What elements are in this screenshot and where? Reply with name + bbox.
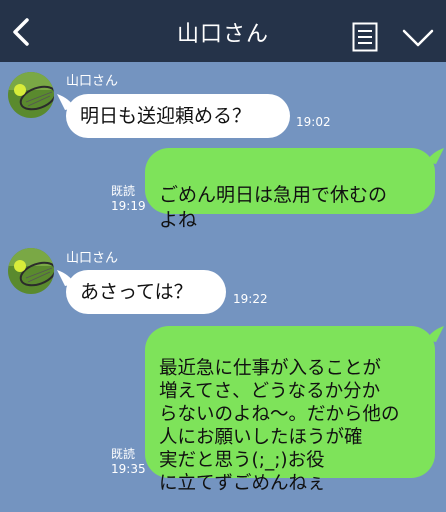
message-time: 19:35: [111, 462, 146, 476]
message-text: あさっては？: [80, 281, 193, 303]
bubble-tail: [57, 270, 75, 286]
sender-name: 山口さん: [66, 74, 119, 89]
message-time: 19:22: [233, 292, 268, 306]
bubble-tail: [426, 148, 444, 164]
read-label: 既読: [111, 447, 136, 461]
read-receipt: 既読 19:19: [111, 184, 146, 214]
message-text: 最近急に仕事が入ることが 増えてさ、どうなるか分か らないのよね〜。だから他の …: [159, 358, 400, 494]
bubble-tail: [426, 326, 444, 342]
bubble-tail: [57, 94, 75, 110]
message-text: ごめん明日は急用で休むの よね: [159, 184, 388, 231]
read-receipt: 既読 19:35: [111, 447, 146, 477]
message-time: 19:19: [111, 199, 146, 213]
chevron-down-icon[interactable]: [402, 28, 434, 48]
avatar[interactable]: [8, 248, 54, 294]
message-bubble-outgoing[interactable]: ごめん明日は急用で休むの よね: [145, 148, 435, 231]
message-bubble-incoming[interactable]: あさっては？: [66, 270, 226, 314]
avatar-tennis-icon: [8, 72, 54, 118]
document-list-icon[interactable]: [352, 22, 378, 52]
chat-title: 山口さん: [176, 22, 269, 47]
message-bubble-outgoing[interactable]: 最近急に仕事が入ることが 増えてさ、どうなるか分か らないのよね〜。だから他の …: [145, 326, 435, 494]
chat-header: 山口さん: [0, 0, 446, 62]
avatar-tennis-icon: [8, 248, 54, 294]
message-bubble-incoming[interactable]: 明日も送迎頼める？: [66, 94, 290, 138]
avatar[interactable]: [8, 72, 54, 118]
read-label: 既読: [111, 184, 136, 198]
sender-name: 山口さん: [66, 251, 119, 266]
message-text: 明日も送迎頼める？: [80, 105, 252, 127]
message-time: 19:02: [296, 115, 331, 129]
